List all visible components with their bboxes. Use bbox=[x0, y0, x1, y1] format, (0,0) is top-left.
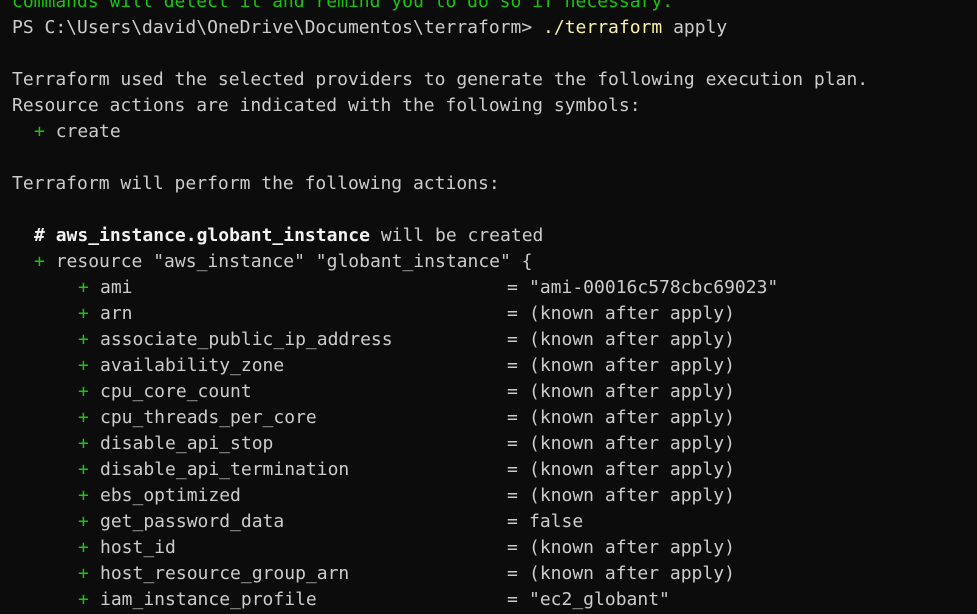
plus-icon: + bbox=[78, 303, 89, 324]
attribute-equals: = bbox=[507, 589, 518, 610]
attribute-row: + cpu_threads_per_core = (known after apply… bbox=[12, 405, 977, 431]
attribute-name: associate_public_ip_address bbox=[100, 329, 393, 350]
attribute-value: (known after apply) bbox=[529, 537, 735, 558]
attribute-name: arn bbox=[100, 303, 133, 324]
attribute-list: + ami = "ami-00016c578cbc69023" + arn = (known … bbox=[12, 275, 977, 613]
attribute-row: + availability_zone = (known after apply) bbox=[12, 353, 977, 379]
plus-icon: + bbox=[78, 355, 89, 376]
attribute-equals: = bbox=[507, 485, 518, 506]
attribute-equals: = bbox=[507, 381, 518, 402]
attribute-value: false bbox=[529, 511, 584, 532]
plus-icon: + bbox=[78, 537, 89, 558]
plus-icon: + bbox=[34, 251, 45, 272]
attribute-value: "ec2_globant" bbox=[529, 589, 670, 610]
attribute-value: (known after apply) bbox=[529, 433, 735, 454]
attribute-row: + ami = "ami-00016c578cbc69023" bbox=[12, 275, 977, 301]
attribute-equals: = bbox=[507, 355, 518, 376]
attribute-equals: = bbox=[507, 563, 518, 584]
attribute-value: (known after apply) bbox=[529, 563, 735, 584]
prompt-path: PS C:\Users\david\OneDrive\Documentos\te… bbox=[12, 17, 533, 38]
attribute-name: get_password_data bbox=[100, 511, 285, 532]
attribute-name: iam_instance_profile bbox=[100, 589, 317, 610]
plus-icon: + bbox=[78, 511, 89, 532]
plus-icon: + bbox=[78, 277, 89, 298]
plus-icon: + bbox=[78, 589, 89, 610]
attribute-name: cpu_core_count bbox=[100, 381, 252, 402]
attribute-row: + disable_api_stop = (known after apply) bbox=[12, 431, 977, 457]
plus-icon: + bbox=[78, 485, 89, 506]
attribute-value: (known after apply) bbox=[529, 355, 735, 376]
attribute-equals: = bbox=[507, 407, 518, 428]
terminal-window[interactable]: commands will detect it and remind you t… bbox=[0, 0, 977, 614]
resource-declaration: + resource "aws_instance" "globant_insta… bbox=[12, 249, 977, 275]
attribute-value: (known after apply) bbox=[529, 485, 735, 506]
attribute-equals: = bbox=[507, 537, 518, 558]
plus-icon: + bbox=[78, 407, 89, 428]
attribute-name: host_resource_group_arn bbox=[100, 563, 350, 584]
comment-hash: # bbox=[34, 225, 45, 246]
attribute-row: + disable_api_termination = (known after ap… bbox=[12, 457, 977, 483]
attribute-row: + get_password_data = false bbox=[12, 509, 977, 535]
plus-icon: + bbox=[78, 381, 89, 402]
plus-icon: + bbox=[78, 563, 89, 584]
resource-address: aws_instance.globant_instance bbox=[55, 225, 370, 246]
attribute-equals: = bbox=[507, 511, 518, 532]
command-name: ./terraform bbox=[543, 17, 663, 38]
attribute-name: ebs_optimized bbox=[100, 485, 241, 506]
attribute-equals: = bbox=[507, 459, 518, 480]
plan-intro-line-1: Terraform used the selected providers to… bbox=[12, 69, 869, 90]
resource-comment: # aws_instance.globant_instance will be … bbox=[12, 223, 977, 249]
attribute-name: host_id bbox=[100, 537, 176, 558]
attribute-row: + ebs_optimized = (known after apply) bbox=[12, 483, 977, 509]
attribute-equals: = bbox=[507, 277, 518, 298]
attribute-value: (known after apply) bbox=[529, 459, 735, 480]
plus-icon: + bbox=[78, 459, 89, 480]
attribute-name: availability_zone bbox=[100, 355, 285, 376]
actions-header: Terraform will perform the following act… bbox=[12, 173, 500, 194]
attribute-name: disable_api_stop bbox=[100, 433, 274, 454]
plus-icon: + bbox=[78, 433, 89, 454]
prompt-line: PS C:\Users\david\OneDrive\Documentos\te… bbox=[12, 15, 977, 41]
attribute-equals: = bbox=[507, 303, 518, 324]
attribute-row: + associate_public_ip_address = (known afte… bbox=[12, 327, 977, 353]
attribute-row: + cpu_core_count = (known after apply) bbox=[12, 379, 977, 405]
attribute-row: + host_resource_group_arn = (known after ap… bbox=[12, 561, 977, 587]
resource-decl-text: resource "aws_instance" "globant_instanc… bbox=[55, 251, 533, 272]
legend-create-label: create bbox=[55, 121, 121, 142]
symbol-legend-create: + create bbox=[12, 119, 977, 145]
terminal-output: commands will detect it and remind you t… bbox=[12, 0, 977, 613]
plus-icon: + bbox=[34, 121, 45, 142]
attribute-name: disable_api_termination bbox=[100, 459, 350, 480]
attribute-value: (known after apply) bbox=[529, 381, 735, 402]
attribute-value: (known after apply) bbox=[529, 329, 735, 350]
plan-intro-line-2: Resource actions are indicated with the … bbox=[12, 95, 641, 116]
attribute-row: + arn = (known after apply) bbox=[12, 301, 977, 327]
previous-output-line: commands will detect it and remind you t… bbox=[12, 0, 674, 12]
attribute-value: (known after apply) bbox=[529, 303, 735, 324]
attribute-row: + iam_instance_profile = "ec2_globant" bbox=[12, 587, 977, 613]
attribute-name: ami bbox=[100, 277, 133, 298]
attribute-name: cpu_threads_per_core bbox=[100, 407, 317, 428]
resource-comment-suffix: will be created bbox=[380, 225, 544, 246]
attribute-value: "ami-00016c578cbc69023" bbox=[529, 277, 779, 298]
plus-icon: + bbox=[78, 329, 89, 350]
attribute-row: + host_id = (known after apply) bbox=[12, 535, 977, 561]
attribute-equals: = bbox=[507, 433, 518, 454]
attribute-value: (known after apply) bbox=[529, 407, 735, 428]
command-args: apply bbox=[673, 17, 728, 38]
attribute-equals: = bbox=[507, 329, 518, 350]
